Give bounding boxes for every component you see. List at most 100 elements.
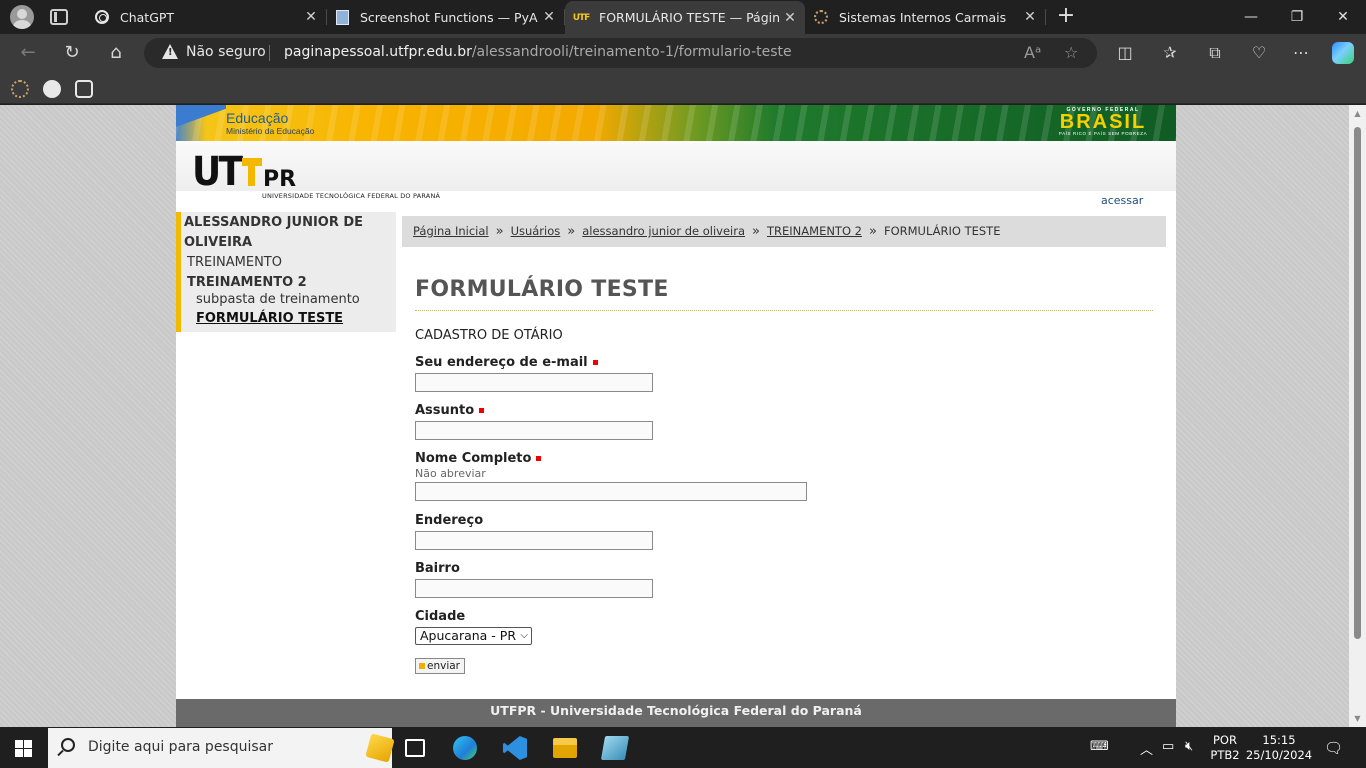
restore-icon[interactable]: ❐ — [1274, 0, 1320, 34]
app-icon[interactable] — [600, 736, 630, 760]
neighborhood-label: Bairro — [415, 561, 460, 576]
city-label: Cidade — [415, 609, 466, 624]
logo-university-name: UNIVERSIDADE TECNOLÓGICA FEDERAL DO PARA… — [262, 192, 441, 200]
sidebar-nav: ALESSANDRO JUNIOR DE OLIVEIRA TREINAMENT… — [176, 212, 396, 332]
tab-formulario-teste[interactable]: UTF FORMULÁRIO TESTE — Páginas P ✕ — [565, 1, 805, 34]
edge-icon[interactable] — [453, 736, 477, 760]
windows-taskbar: Digite aqui para pesquisar ⌨ ︿ ▭ 🔇︎ POR … — [0, 728, 1366, 768]
full-name-field[interactable] — [415, 482, 807, 501]
site-header: UT PR UNIVERSIDADE TECNOLÓGICA FEDERAL D… — [176, 141, 1176, 200]
language-indicator[interactable]: POR PTB2 — [1206, 733, 1244, 763]
neighborhood-field[interactable] — [415, 579, 653, 598]
logo-tf-mark — [242, 158, 262, 186]
gear-icon[interactable] — [11, 80, 29, 98]
github-icon[interactable] — [43, 80, 61, 98]
minimize-icon[interactable]: — — [1228, 0, 1274, 34]
submit-button[interactable]: enviar — [415, 658, 465, 674]
breadcrumb-user[interactable]: alessandro junior de oliveira — [582, 224, 745, 238]
close-tab-icon[interactable]: ✕ — [538, 9, 560, 25]
volume-muted-icon[interactable]: 🔇︎ — [1185, 739, 1193, 754]
required-marker-icon — [536, 456, 542, 461]
chatgpt-icon — [94, 9, 110, 25]
new-tab-plus-icon[interactable]: + — [1056, 5, 1076, 27]
windows-start-icon[interactable] — [15, 740, 32, 757]
submit-label: enviar — [427, 660, 460, 672]
url-text[interactable]: paginapessoal.utfpr.edu.br/alessandrooli… — [284, 44, 792, 60]
tab-title: Sistemas Internos Carmais — [839, 9, 1007, 25]
sidebar-item-treinamento-2[interactable]: TREINAMENTO 2 — [187, 275, 307, 290]
utfpr-icon: UTF — [572, 12, 591, 23]
scroll-down-icon[interactable]: ▼ — [1349, 710, 1366, 727]
scrollbar-thumb[interactable] — [1354, 127, 1361, 639]
show-hidden-icons-icon[interactable]: ︿ — [1140, 739, 1153, 758]
city-select[interactable]: Apucarana - PR ⌵ — [415, 627, 532, 645]
login-link[interactable]: acessar — [1101, 194, 1143, 207]
tab-chatgpt[interactable]: ChatGPT ✕ — [86, 0, 327, 34]
favorite-star-icon[interactable]: ☆ — [1064, 43, 1078, 62]
breadcrumb-separator-icon: » — [567, 224, 576, 239]
email-label: Seu endereço de e-mail — [415, 355, 598, 370]
file-explorer-icon[interactable] — [553, 738, 577, 758]
title-divider — [415, 310, 1153, 311]
home-icon[interactable]: ⌂ — [104, 42, 128, 64]
sidebar-item-treinamento[interactable]: TREINAMENTO — [187, 255, 282, 270]
notifications-icon[interactable]: 🗨︎ — [1324, 739, 1343, 757]
keyboard-icon[interactable]: ⌨ — [1090, 739, 1109, 754]
breadcrumb-home[interactable]: Página Inicial — [413, 224, 489, 238]
tab-screenshot-functions[interactable]: Screenshot Functions — PyAutoG ✕ — [326, 0, 565, 34]
address-field[interactable] — [415, 531, 653, 550]
profile-avatar-icon[interactable] — [10, 5, 34, 29]
browser-essentials-icon[interactable]: ♡ — [1248, 42, 1270, 64]
tab-title: Screenshot Functions — PyAutoG — [360, 9, 538, 25]
utfpr-logo[interactable]: UT PR UNIVERSIDADE TECNOLÓGICA FEDERAL D… — [192, 152, 440, 200]
search-placeholder: Digite aqui para pesquisar — [88, 739, 274, 755]
breadcrumb-treinamento-2[interactable]: TREINAMENTO 2 — [767, 224, 862, 238]
chatgpt-icon[interactable] — [75, 80, 93, 98]
tab-actions-icon[interactable] — [50, 9, 68, 25]
task-view-icon[interactable] — [405, 739, 425, 757]
tab-sistemas-internos[interactable]: Sistemas Internos Carmais ✕ — [805, 0, 1046, 34]
sidebar-item-formulario-teste[interactable]: FORMULÁRIO TESTE — [196, 311, 343, 326]
brasil-logo[interactable]: GOVERNO FEDERAL BRASIL PAÍS RICO É PAÍS … — [1056, 107, 1150, 139]
back-arrow-icon[interactable]: ← — [16, 42, 40, 64]
chevron-down-icon: ⌵ — [520, 630, 528, 641]
split-screen-icon[interactable]: ◫ — [1114, 42, 1136, 64]
collections-icon[interactable]: ⧉ — [1204, 42, 1226, 64]
browser-toolbar: ← ↻ ⌂ ! Não seguro paginapessoal.utfpr.e… — [0, 34, 1366, 72]
security-label[interactable]: Não seguro — [186, 44, 266, 60]
page-scrollbar[interactable]: ▲ ▼ — [1349, 105, 1366, 727]
page-viewport: Educação Ministério da Educação GOVERNO … — [0, 105, 1366, 727]
taskbar-search[interactable]: Digite aqui para pesquisar — [48, 728, 395, 768]
email-field[interactable] — [415, 373, 653, 392]
read-aloud-icon[interactable]: Aᵃ — [1024, 43, 1041, 62]
close-tab-icon[interactable]: ✕ — [779, 10, 801, 26]
subject-field[interactable] — [415, 421, 653, 440]
refresh-icon[interactable]: ↻ — [60, 42, 84, 64]
banner-title[interactable]: Educação — [226, 110, 288, 126]
clock[interactable]: 15:15 25/10/2024 — [1245, 733, 1313, 763]
sidebar-author[interactable]: ALESSANDRO JUNIOR DE OLIVEIRA — [184, 213, 384, 253]
warning-icon[interactable]: ! — [162, 44, 178, 59]
url-path: /alessandrooli/treinamento-1/formulario-… — [471, 44, 792, 60]
logo-pr: PR — [263, 167, 297, 192]
close-window-icon[interactable]: ✕ — [1320, 0, 1366, 34]
network-icon[interactable]: ▭ — [1162, 739, 1174, 754]
sidebar-item-subpasta[interactable]: subpasta de treinamento — [196, 292, 360, 307]
email-label-text: Seu endereço de e-mail — [415, 355, 588, 370]
close-tab-icon[interactable]: ✕ — [300, 9, 322, 25]
favorites-icon[interactable]: ✰ — [1159, 42, 1181, 64]
address-bar[interactable]: ! Não seguro paginapessoal.utfpr.edu.br/… — [144, 38, 1097, 68]
favorites-bar — [0, 72, 1366, 104]
search-icon — [61, 738, 75, 752]
breadcrumb-separator-icon: » — [868, 224, 877, 239]
close-tab-icon[interactable]: ✕ — [1019, 9, 1041, 25]
breadcrumb-usuarios[interactable]: Usuários — [511, 224, 561, 238]
vscode-icon[interactable] — [503, 736, 527, 760]
full-name-label: Nome Completo — [415, 451, 542, 466]
clock-time: 15:15 — [1262, 733, 1296, 747]
breadcrumb: Página Inicial » Usuários » alessandro junio… — [402, 216, 1166, 247]
more-options-icon[interactable]: ⋯ — [1290, 42, 1312, 64]
scroll-up-icon[interactable]: ▲ — [1349, 105, 1366, 122]
copilot-icon[interactable] — [1332, 42, 1354, 64]
search-highlight-icon — [365, 733, 395, 763]
